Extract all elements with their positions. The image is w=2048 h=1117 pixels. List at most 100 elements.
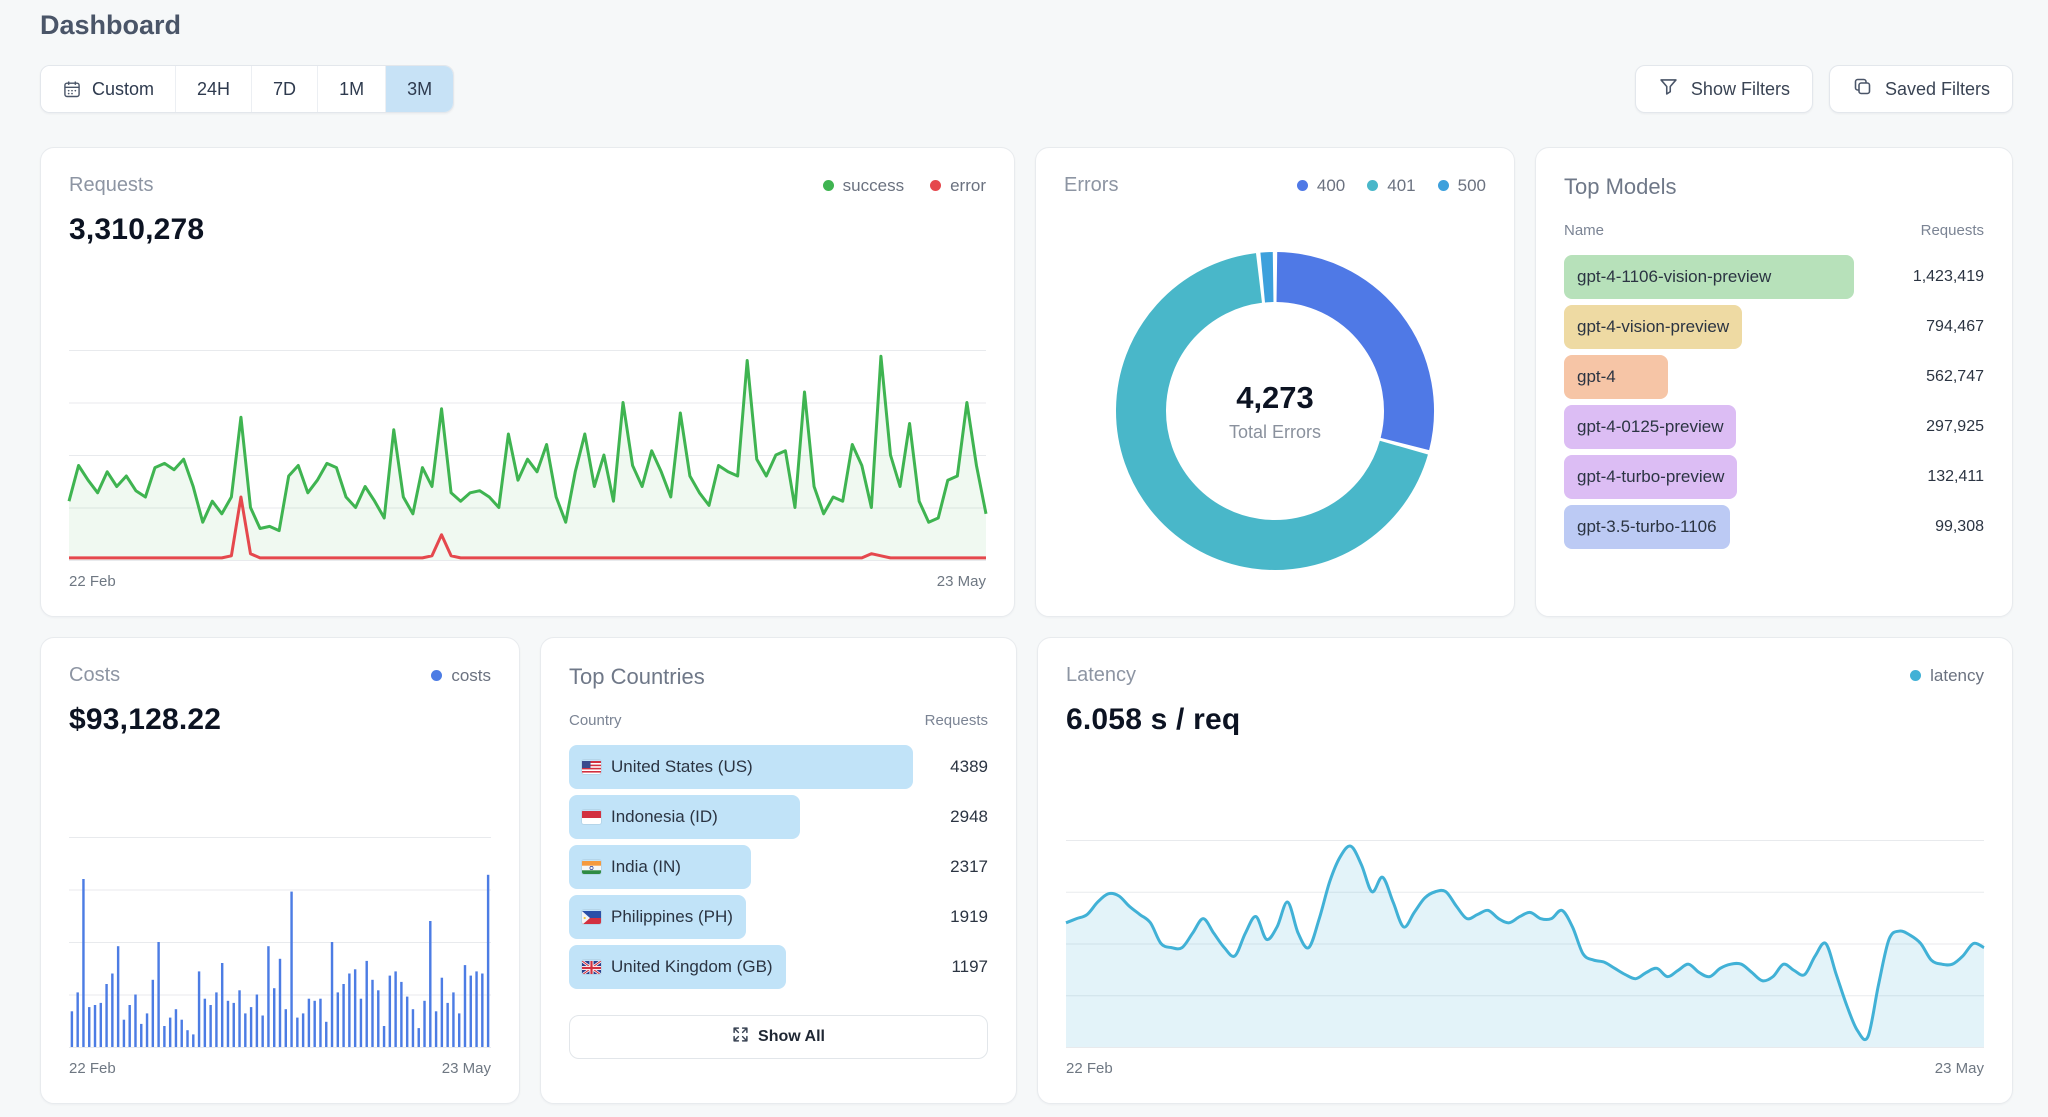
legend-item-500[interactable]: 500 <box>1438 176 1486 196</box>
x-axis-start-label: 22 Feb <box>69 1060 116 1077</box>
time-segment-label: Custom <box>92 79 154 100</box>
model-requests-value: 562,747 <box>1926 368 1984 386</box>
model-name-chip: gpt-4 <box>1564 355 1668 399</box>
legend-item-401[interactable]: 401 <box>1367 176 1415 196</box>
copy-icon <box>1852 76 1873 102</box>
models-col-requests: Requests <box>1921 222 1984 239</box>
country-name: United States (US) <box>611 757 753 777</box>
time-segment-custom[interactable]: Custom <box>41 66 175 112</box>
time-segment-label: 24H <box>197 79 230 100</box>
show-all-button[interactable]: Show All <box>569 1015 988 1059</box>
models-table: gpt-4-1106-vision-preview1,423,419gpt-4-… <box>1564 255 1984 549</box>
legend-item-error[interactable]: error <box>930 176 986 196</box>
table-row: Indonesia (ID) 2948 <box>569 795 988 839</box>
costs-bar-chart <box>69 837 491 1048</box>
countries-col-country: Country <box>569 712 622 729</box>
calendar-icon <box>62 79 82 99</box>
model-requests-value: 1,423,419 <box>1913 268 1984 286</box>
x-axis-end-label: 23 May <box>1935 1060 1984 1077</box>
models-col-name: Name <box>1564 222 1604 239</box>
errors-donut-chart: 4,273 Total Errors <box>1115 251 1435 571</box>
model-requests-value: 794,467 <box>1926 318 1984 336</box>
time-segment-label: 1M <box>339 79 364 100</box>
page-title: Dashboard <box>40 10 2013 41</box>
table-row: gpt-3.5-turbo-1106 99,308 <box>1564 505 1984 549</box>
gb-flag-icon <box>582 960 601 974</box>
model-name-chip: gpt-4-0125-preview <box>1564 405 1736 449</box>
countries-table: United States (US) 4389 Indonesia (ID) 2948… <box>569 745 988 989</box>
country-requests-value: 1919 <box>950 907 988 927</box>
requests-card-title: Requests <box>69 174 154 197</box>
x-axis-start-label: 22 Feb <box>1066 1060 1113 1077</box>
country-requests-value: 1197 <box>951 957 988 977</box>
table-row: gpt-4-turbo-preview 132,411 <box>1564 455 1984 499</box>
requests-line-chart <box>69 350 986 561</box>
legend-item-400[interactable]: 400 <box>1297 176 1345 196</box>
model-name-chip: gpt-4-turbo-preview <box>1564 455 1737 499</box>
requests-legend: success error <box>823 176 986 196</box>
costs-card-title: Costs <box>69 664 120 687</box>
ph-flag-icon <box>582 910 601 924</box>
latency-card: Latency latency 6.058 s / req 22 Feb 23 … <box>1037 637 2013 1104</box>
country-chip: United States (US) <box>569 745 913 789</box>
legend-item-success[interactable]: success <box>823 176 904 196</box>
show-all-label: Show All <box>758 1028 825 1046</box>
in-flag-icon <box>582 860 601 874</box>
time-segment-7d[interactable]: 7D <box>251 66 317 112</box>
legend-item-costs[interactable]: costs <box>431 666 491 686</box>
x-axis-start-label: 22 Feb <box>69 573 116 590</box>
table-row: gpt-4 562,747 <box>1564 355 1984 399</box>
country-chip: Indonesia (ID) <box>569 795 800 839</box>
x-axis-end-label: 23 May <box>442 1060 491 1077</box>
time-segment-1m[interactable]: 1M <box>317 66 385 112</box>
table-row: gpt-4-1106-vision-preview 1,423,419 <box>1564 255 1984 299</box>
top-models-card: Top Models Name Requests gpt-4-1106-visi… <box>1535 147 2013 617</box>
time-segment-3m[interactable]: 3M <box>385 66 453 112</box>
show-filters-label: Show Filters <box>1691 79 1790 100</box>
costs-total-value: $93,128.22 <box>69 703 491 737</box>
country-requests-value: 2317 <box>950 857 988 877</box>
model-name-chip: gpt-3.5-turbo-1106 <box>1564 505 1730 549</box>
saved-filters-button[interactable]: Saved Filters <box>1829 65 2013 113</box>
latency-value: 6.058 s / req <box>1066 703 1984 737</box>
funnel-icon <box>1658 76 1679 102</box>
dashboard-page: Dashboard Custom 24H 7D 1M 3M Show Filters S… <box>0 0 2048 1104</box>
time-segment-24h[interactable]: 24H <box>175 66 251 112</box>
x-axis-end-label: 23 May <box>937 573 986 590</box>
countries-col-requests: Requests <box>925 712 988 729</box>
error-dot-icon <box>930 180 941 191</box>
table-row: India (IN) 2317 <box>569 845 988 889</box>
country-name: United Kingdom (GB) <box>611 957 773 977</box>
country-chip: Philippines (PH) <box>569 895 746 939</box>
donut-slice-500[interactable] <box>1263 277 1273 278</box>
requests-card: Requests success error 3,310,278 22 Feb <box>40 147 1015 617</box>
model-requests-value: 99,308 <box>1935 518 1984 536</box>
legend-item-latency[interactable]: latency <box>1910 666 1984 686</box>
toolbar-filters: Show Filters Saved Filters <box>1635 65 2013 113</box>
top-countries-title: Top Countries <box>569 664 988 690</box>
requests-total-value: 3,310,278 <box>69 213 986 247</box>
errors-card: Errors 400 401 500 <box>1035 147 1515 617</box>
model-name-chip: gpt-4-vision-preview <box>1564 305 1742 349</box>
model-requests-value: 297,925 <box>1926 418 1984 436</box>
country-requests-value: 4389 <box>950 757 988 777</box>
donut-slice-400[interactable] <box>1277 277 1409 444</box>
country-name: India (IN) <box>611 857 681 877</box>
costs-dot-icon <box>431 670 442 681</box>
country-name: Indonesia (ID) <box>611 807 718 827</box>
errors-card-title: Errors <box>1064 174 1118 197</box>
table-row: gpt-4-0125-preview 297,925 <box>1564 405 1984 449</box>
show-filters-button[interactable]: Show Filters <box>1635 65 1813 113</box>
top-models-title: Top Models <box>1564 174 1984 200</box>
us-flag-icon <box>582 760 601 774</box>
country-chip: India (IN) <box>569 845 751 889</box>
expand-icon <box>732 1026 749 1048</box>
model-requests-value: 132,411 <box>1927 468 1984 486</box>
status-401-dot-icon <box>1367 180 1378 191</box>
country-name: Philippines (PH) <box>611 907 733 927</box>
status-400-dot-icon <box>1297 180 1308 191</box>
country-requests-value: 2948 <box>950 807 988 827</box>
model-name-chip: gpt-4-1106-vision-preview <box>1564 255 1854 299</box>
table-row: gpt-4-vision-preview 794,467 <box>1564 305 1984 349</box>
time-range-control: Custom 24H 7D 1M 3M <box>40 65 454 113</box>
